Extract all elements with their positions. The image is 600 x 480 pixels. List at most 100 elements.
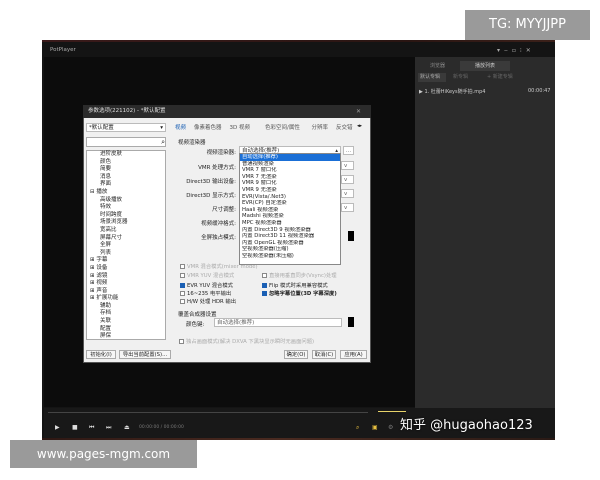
- dropdown-option[interactable]: 空视频渲染器(未压缩): [240, 253, 340, 260]
- subtab-new-album[interactable]: 新专辑: [453, 73, 468, 82]
- tree-item[interactable]: 全屏: [90, 242, 165, 250]
- search-input[interactable]: ⌕: [86, 137, 166, 147]
- tab-4[interactable]: 分辨率: [312, 123, 329, 131]
- search-icon[interactable]: ⌕: [356, 424, 359, 432]
- tree-item[interactable]: 特效: [90, 204, 165, 212]
- tree-item[interactable]: ⊞ 滤镜: [90, 273, 165, 281]
- dropdown-option[interactable]: 内置 Direct3D 11 视频渲染器: [240, 233, 340, 240]
- exclusive-checkbox[interactable]: 独占画面模式(解决 DXVA 下黑块显示瞬时无画面问题): [179, 337, 314, 345]
- dropdown-option[interactable]: 内置 Direct3D 9 视频渲染器: [240, 227, 340, 234]
- settings-icon[interactable]: ⚙: [388, 424, 393, 431]
- dropdown-option[interactable]: 内置 OpenGL 视频渲染器: [240, 240, 340, 247]
- d3d-device-select[interactable]: v: [341, 175, 354, 184]
- checkbox-item[interactable]: Flip 模式时采用兼容模式: [262, 281, 328, 289]
- tab-playlist[interactable]: 播放列表: [460, 61, 510, 71]
- dropdown-option[interactable]: Madshi 视频渲染: [240, 213, 340, 220]
- dropdown-option[interactable]: VMR 7 窗口化: [240, 167, 340, 174]
- tree-item[interactable]: ⊞ 字幕: [90, 257, 165, 265]
- dropdown-option[interactable]: 普通视频渲染: [240, 161, 340, 168]
- next-icon[interactable]: ⏭: [106, 424, 111, 432]
- playlist-item[interactable]: ▶ 1. 杜蕾HiKeys随手拍.mp4: [419, 88, 485, 95]
- checkbox-box[interactable]: [262, 273, 267, 278]
- dropdown-option[interactable]: 自动选择(推荐): [240, 154, 340, 161]
- tree-item[interactable]: ⊟ 播放: [90, 189, 165, 197]
- tab-2[interactable]: 3D 视频: [230, 123, 250, 131]
- dropdown-option[interactable]: EVR(Vista/.Net3): [240, 194, 340, 201]
- profile-select[interactable]: *默认配置 ▾: [86, 123, 166, 132]
- tree-item[interactable]: 简要: [90, 166, 165, 174]
- dropdown-option[interactable]: 空视频渲染器(压缩): [240, 246, 340, 253]
- tab-5[interactable]: 反交错: [336, 123, 353, 131]
- checkbox-box[interactable]: [180, 299, 185, 304]
- checkbox-box[interactable]: [180, 273, 185, 278]
- cancel-button[interactable]: 取消(C): [312, 350, 336, 359]
- tree-item[interactable]: 宽高比: [90, 227, 165, 235]
- renderer-options-button[interactable]: ...: [343, 146, 354, 155]
- apply-button[interactable]: 应用(A): [340, 350, 367, 359]
- dropdown-option[interactable]: Haali 视频渲染: [240, 207, 340, 214]
- subtitle-icon[interactable]: ▣: [372, 424, 378, 431]
- dropdown-option[interactable]: VMR 7 无渲染: [240, 174, 340, 181]
- watermark-top: TG: MYYJJPP: [465, 10, 590, 40]
- checkbox-label: H/W 处理 HDR 输出: [187, 299, 236, 305]
- tree-item[interactable]: ⊞ 视频: [90, 280, 165, 288]
- tab-0[interactable]: 视频: [175, 123, 186, 131]
- checkbox-item[interactable]: 16~235 电平输出: [180, 289, 231, 297]
- dropdown-option[interactable]: VMR 9 无渲染: [240, 187, 340, 194]
- label-renderer: 视频渲染器:: [206, 150, 236, 156]
- close-icon[interactable]: ✕: [356, 108, 361, 115]
- time-total: 00:00:00: [163, 425, 184, 430]
- fullscreen-color-swatch[interactable]: [348, 231, 354, 241]
- eject-icon[interactable]: ⏏: [124, 424, 130, 431]
- tab-1[interactable]: 像素着色器: [194, 123, 222, 131]
- tree-item[interactable]: 关联: [90, 318, 165, 326]
- checkbox-item[interactable]: 直接用垂直同步(Vsync)处理: [262, 271, 337, 279]
- dropdown-option[interactable]: EVR(CP) 自定渲染: [240, 200, 340, 207]
- checkbox-box[interactable]: [180, 291, 185, 296]
- prev-icon[interactable]: ⏮: [89, 424, 94, 432]
- dropdown-option[interactable]: VMR 9 窗口化: [240, 180, 340, 187]
- play-icon[interactable]: ▶: [55, 424, 60, 431]
- colorkey-select[interactable]: 自动选择(推荐): [214, 318, 342, 327]
- tab-browser[interactable]: 浏览器: [415, 61, 460, 71]
- seek-bar[interactable]: [48, 412, 368, 413]
- export-button[interactable]: 导出当前配置(S)...: [119, 350, 171, 359]
- checkbox-box[interactable]: [180, 283, 185, 288]
- d3d-display-select[interactable]: v: [341, 189, 354, 198]
- checkbox-box[interactable]: [262, 291, 267, 296]
- subtab-default-album[interactable]: 默认专辑: [418, 73, 446, 82]
- tab-3[interactable]: 色彩空间/属性: [265, 123, 300, 131]
- tree-item[interactable]: 场景浏览器: [90, 219, 165, 227]
- stop-icon[interactable]: ■: [72, 424, 78, 431]
- checkbox-item[interactable]: EVR YUV 混合模式: [180, 281, 233, 289]
- volume-slider[interactable]: [378, 411, 406, 412]
- checkbox-item[interactable]: 忽略字幕位置(3D 字幕深度): [262, 289, 337, 297]
- settings-tree[interactable]: 进阶皮肤 颜色 简要 消息 界面 ⊟ 播放 高级播放 特效 时间跨度 场景浏览器 宽高比 屏幕尺寸 全屏…: [86, 150, 166, 340]
- ok-button[interactable]: 确定(O): [284, 350, 308, 359]
- window-controls[interactable]: ▾‒▫⁝✕: [497, 47, 535, 54]
- section-overlay: 覆盖合成器设置: [178, 312, 217, 318]
- colorkey-swatch[interactable]: [348, 317, 354, 327]
- init-button[interactable]: 初始化(I): [86, 350, 116, 359]
- tree-item[interactable]: 存档: [90, 310, 165, 318]
- checkbox-box[interactable]: [262, 283, 267, 288]
- tree-item[interactable]: 进阶皮肤: [90, 151, 165, 159]
- tab-scroll-buttons[interactable]: ◂▸: [357, 123, 362, 129]
- subtab-add-album[interactable]: + 新建专辑: [487, 73, 513, 82]
- resize-select[interactable]: v: [341, 203, 354, 212]
- playlist-panel: [415, 57, 555, 409]
- tree-item[interactable]: 屏保: [90, 333, 165, 341]
- checkbox-box[interactable]: [180, 264, 185, 269]
- search-icon: ⌕: [161, 138, 165, 146]
- tree-item[interactable]: ⊞ 扩展功能: [90, 295, 165, 303]
- vmr-mode-select[interactable]: v: [341, 161, 354, 170]
- dropdown-option[interactable]: MPC 视频渲染器: [240, 220, 340, 227]
- checkbox-item[interactable]: VMR YUV 混合模式: [180, 271, 234, 279]
- time-display: 00:00:00 / 00:00:00: [139, 425, 184, 430]
- tree-item[interactable]: 界面: [90, 181, 165, 189]
- tree-item[interactable]: ⊞ 设备: [90, 265, 165, 273]
- label-colorkey: 颜色键:: [186, 322, 205, 328]
- renderer-dropdown-list[interactable]: 自动选择(推荐) 普通视频渲染 VMR 7 窗口化 VMR 7 无渲染 VMR 9 窗口…: [239, 153, 341, 265]
- tree-item[interactable]: 屏幕尺寸: [90, 235, 165, 243]
- checkbox-item[interactable]: H/W 处理 HDR 输出: [180, 297, 236, 305]
